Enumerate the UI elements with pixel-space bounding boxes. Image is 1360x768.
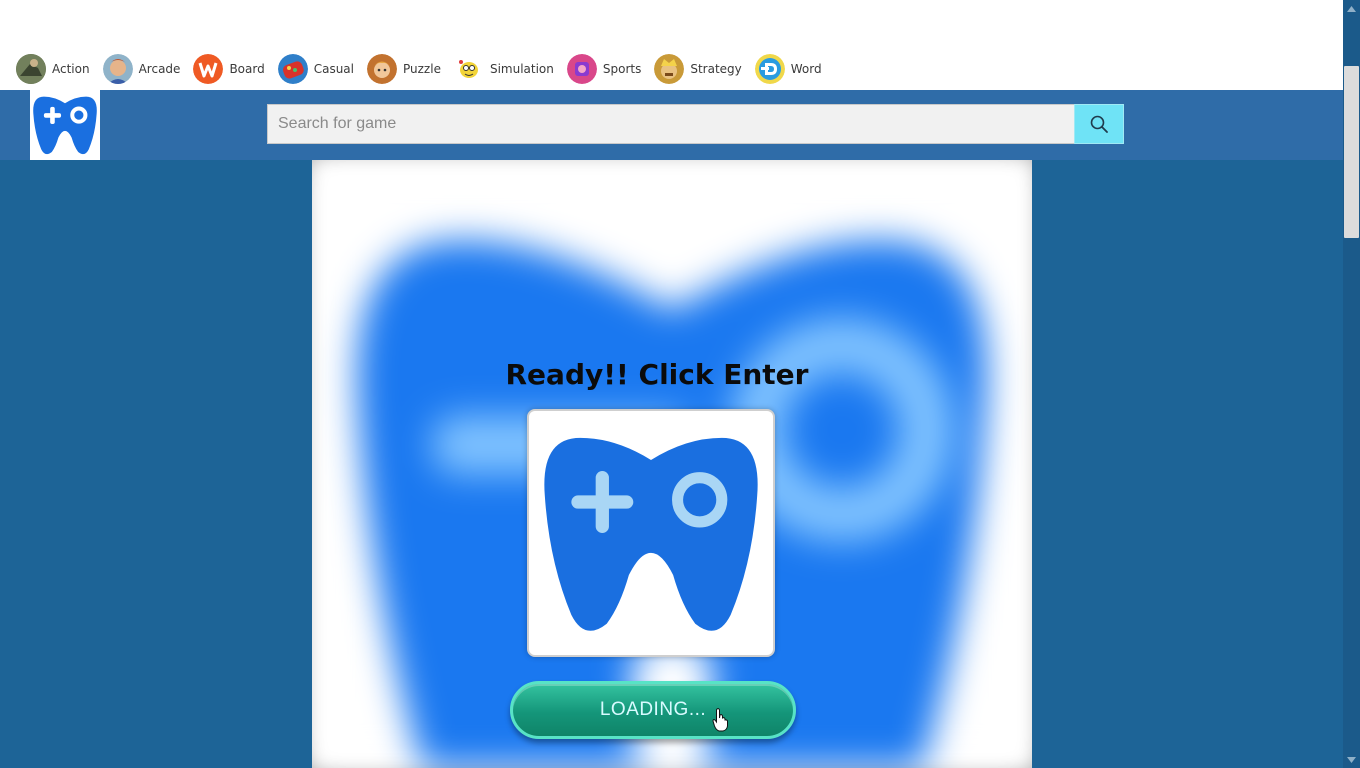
- category-board[interactable]: Board: [193, 54, 265, 84]
- scroll-up-button[interactable]: [1343, 0, 1360, 17]
- category-casual[interactable]: Casual: [277, 54, 354, 84]
- search-icon: [1090, 115, 1108, 133]
- arcade-game-icon: [102, 54, 133, 84]
- game-logo-card: [527, 409, 775, 657]
- word-game-icon: [754, 54, 785, 84]
- category-label: Word: [790, 62, 822, 76]
- chevron-up-icon: [1347, 5, 1356, 12]
- category-bar: Action Arcade Board Casual Puzzle Simula…: [0, 0, 1343, 90]
- category-label: Arcade: [138, 62, 181, 76]
- category-puzzle[interactable]: Puzzle: [367, 54, 441, 84]
- casual-game-icon: [277, 54, 308, 84]
- category-label: Board: [229, 62, 265, 76]
- chevron-down-icon: [1347, 756, 1356, 763]
- category-label: Strategy: [690, 62, 742, 76]
- gamepad-tooth-logo-icon: [33, 96, 97, 155]
- category-word[interactable]: Word: [754, 54, 822, 84]
- game-frame[interactable]: Ready!! Click Enter LOADING...: [312, 160, 1032, 768]
- category-label: Casual: [313, 62, 354, 76]
- gamepad-tooth-logo-icon: [544, 437, 758, 631]
- search-input[interactable]: [267, 104, 1074, 144]
- strategy-game-icon: [654, 54, 685, 84]
- category-list: Action Arcade Board Casual Puzzle Simula…: [16, 54, 835, 84]
- category-label: Sports: [602, 62, 642, 76]
- category-sports[interactable]: Sports: [566, 54, 642, 84]
- simulation-game-icon: [453, 54, 484, 84]
- sports-game-icon: [566, 54, 597, 84]
- category-arcade[interactable]: Arcade: [102, 54, 181, 84]
- hand-cursor-icon: [712, 708, 728, 732]
- category-simulation[interactable]: Simulation: [453, 54, 554, 84]
- category-label: Puzzle: [403, 62, 441, 76]
- ready-title: Ready!! Click Enter: [505, 358, 809, 391]
- category-label: Action: [52, 62, 90, 76]
- board-game-icon: [193, 54, 224, 84]
- site-logo[interactable]: [30, 90, 100, 160]
- search-button[interactable]: [1074, 104, 1124, 144]
- game-portal-page: Action Arcade Board Casual Puzzle Simula…: [0, 0, 1360, 768]
- search-bar: [267, 104, 1124, 144]
- puzzle-game-icon: [367, 54, 397, 84]
- action-game-icon: [16, 54, 46, 84]
- category-label: Simulation: [489, 62, 554, 76]
- category-strategy[interactable]: Strategy: [654, 54, 742, 84]
- vertical-scrollbar[interactable]: [1343, 0, 1360, 768]
- scroll-down-button[interactable]: [1343, 751, 1360, 768]
- loading-button[interactable]: LOADING...: [510, 681, 796, 739]
- category-action[interactable]: Action: [16, 54, 90, 84]
- scrollbar-thumb[interactable]: [1344, 66, 1359, 238]
